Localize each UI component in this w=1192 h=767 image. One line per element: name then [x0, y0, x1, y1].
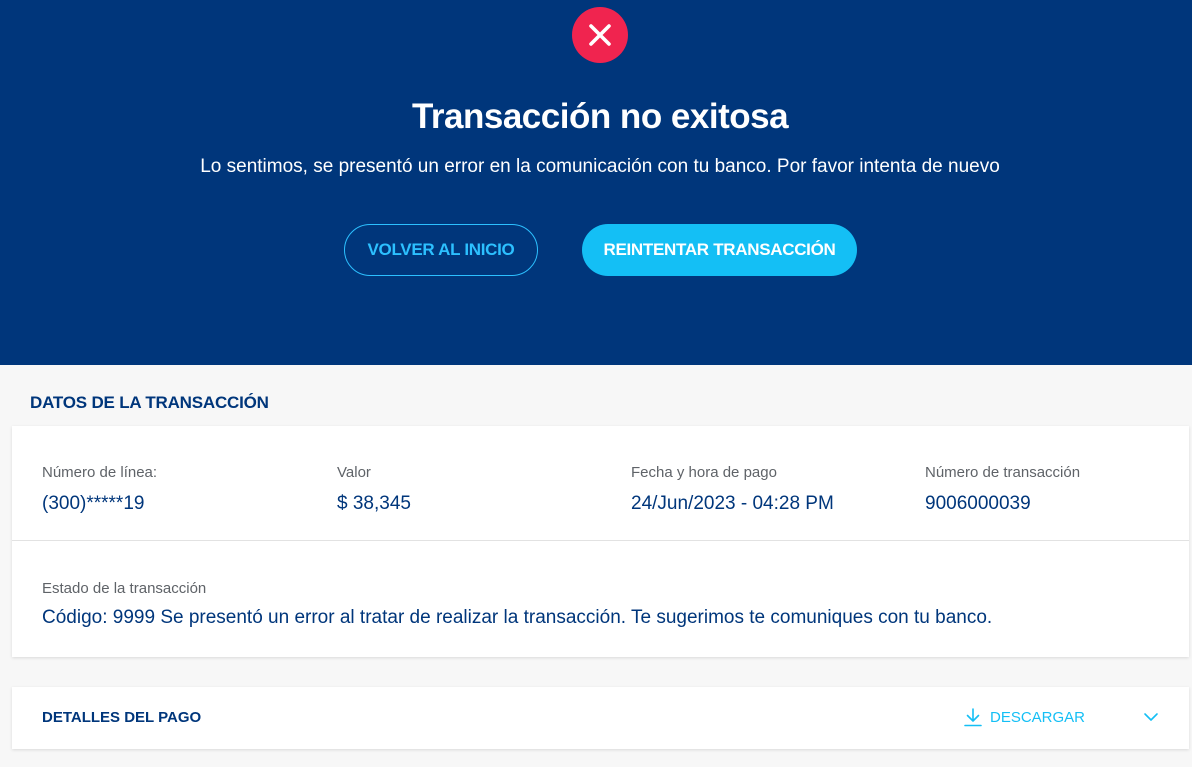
field-value: 9006000039 [925, 493, 1031, 514]
line-number-field: Número de línea: (300)*****19 [42, 464, 157, 515]
status-value: Código: 9999 Se presentó un error al tra… [42, 607, 993, 628]
field-label: Número de transacción [925, 464, 1081, 481]
transaction-section-title: DATOS DE LA TRANSACCIÓN [30, 393, 269, 412]
download-label: DESCARGAR [990, 708, 1086, 726]
transaction-number-field: Número de transacción 9006000039 [925, 464, 1080, 515]
divider [12, 540, 1189, 541]
download-button[interactable]: DESCARGAR [964, 707, 1085, 727]
field-value: $ 38,345 [337, 493, 411, 514]
error-message: Lo sentimos, se presentó un error en la … [200, 156, 1000, 177]
transaction-card: Número de línea: (300)*****19 Valor $ 38… [12, 426, 1189, 657]
field-label: Fecha y hora de pago [631, 464, 777, 481]
payment-date-field: Fecha y hora de pago 24/Jun/2023 - 04:28… [631, 464, 834, 515]
payment-details-title: DETALLES DEL PAGO [42, 709, 202, 726]
back-to-home-button[interactable]: VOLVER AL INICIO [344, 224, 538, 276]
field-value: 24/Jun/2023 - 04:28 PM [631, 493, 834, 514]
status-label: Estado de la transacción [42, 580, 207, 597]
field-label: Valor [337, 464, 371, 481]
close-icon [572, 7, 628, 63]
retry-transaction-button[interactable]: REINTENTAR TRANSACCIÓN [582, 224, 857, 276]
transaction-status: Estado de la transacción Código: 9999 Se… [42, 580, 992, 629]
amount-field: Valor $ 38,345 [337, 464, 411, 515]
field-label: Número de línea: [42, 464, 158, 481]
download-icon [964, 708, 982, 727]
page-title: Transacción no exitosa [411, 97, 789, 136]
payment-details-panel[interactable]: DETALLES DEL PAGO DESCARGAR [12, 687, 1189, 749]
chevron-down-icon[interactable] [1143, 709, 1159, 730]
field-value: (300)*****19 [42, 493, 145, 514]
result-header: Transacción no exitosa Lo sentimos, se p… [0, 0, 1192, 365]
